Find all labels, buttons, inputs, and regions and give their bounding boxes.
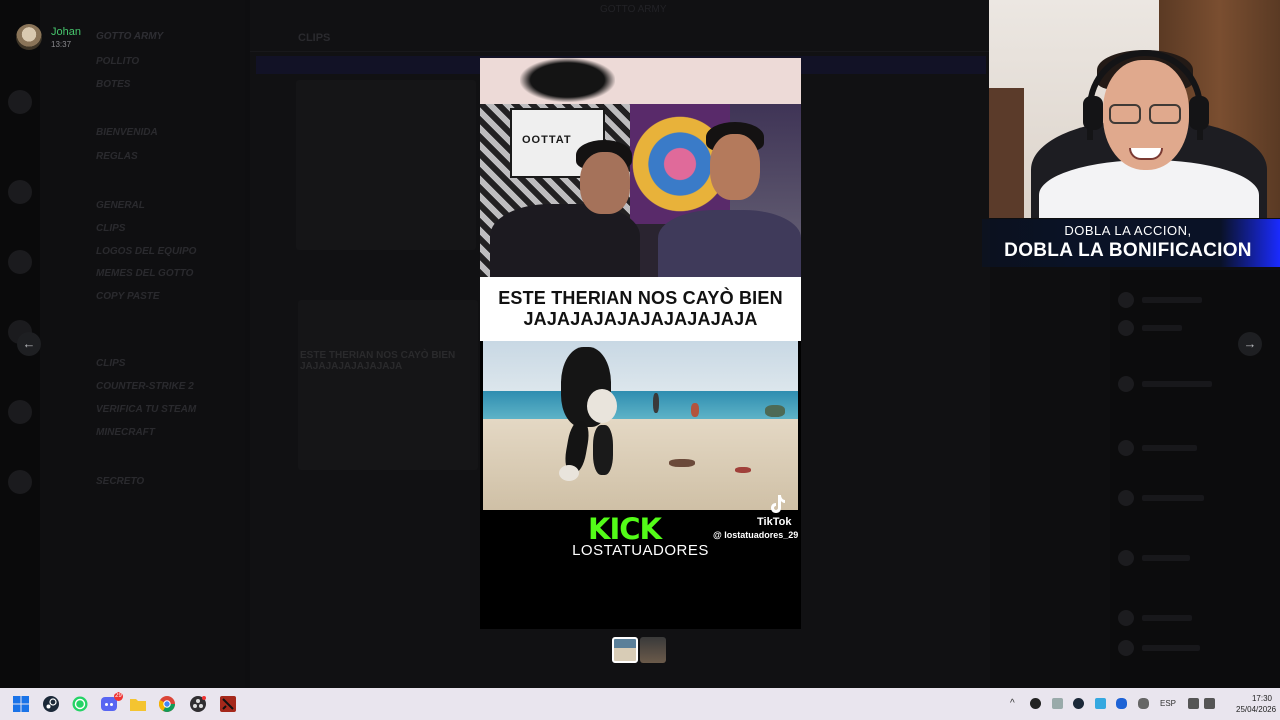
avatar bbox=[1118, 610, 1134, 626]
clock[interactable]: 17:30 25/04/2026 bbox=[1236, 693, 1277, 715]
tiktok-icon bbox=[771, 495, 785, 513]
clock-date: 25/04/2026 bbox=[1236, 705, 1277, 714]
avatar bbox=[1118, 376, 1134, 392]
steam-icon[interactable] bbox=[43, 696, 59, 712]
arrow-left-icon: ← bbox=[22, 336, 36, 351]
file-explorer-icon[interactable] bbox=[130, 696, 146, 712]
uploader-name[interactable]: Johan bbox=[51, 26, 81, 38]
channel-item[interactable]: CLIPS bbox=[96, 223, 125, 237]
member-item[interactable] bbox=[1118, 610, 1268, 626]
tray-app-icon[interactable] bbox=[1095, 698, 1106, 709]
next-media-button[interactable]: → bbox=[1238, 332, 1262, 356]
server-icon[interactable] bbox=[8, 250, 32, 274]
chrome-icon[interactable] bbox=[159, 696, 175, 712]
upload-time: 13:37 bbox=[51, 40, 72, 49]
chat-video-caption: ESTE THERIAN NOS CAYÒ BIEN JAJAJAJAJAJAJ… bbox=[300, 350, 456, 372]
network-icon[interactable] bbox=[1188, 698, 1199, 709]
server-icon[interactable] bbox=[8, 90, 32, 114]
server-icon[interactable] bbox=[8, 470, 32, 494]
media-thumbnail[interactable] bbox=[640, 637, 666, 663]
windows-taskbar: 29 ^ ESP 17:30 25/04/2026 bbox=[0, 688, 1280, 720]
tray-app-icon[interactable] bbox=[1052, 698, 1063, 709]
beachgoer bbox=[691, 403, 699, 417]
beach-object bbox=[735, 467, 751, 473]
chat-header bbox=[250, 24, 990, 52]
avatar bbox=[1118, 640, 1134, 656]
clock-time: 17:30 bbox=[1251, 694, 1272, 703]
avatar[interactable] bbox=[16, 24, 42, 50]
discord-notification-badge: 29 bbox=[114, 692, 123, 701]
member-item[interactable] bbox=[1118, 292, 1268, 308]
kick-channel-name: LOSTATUADORES bbox=[572, 542, 709, 559]
channel-item[interactable]: MINECRAFT bbox=[96, 427, 155, 441]
arrow-right-icon: → bbox=[1243, 336, 1257, 351]
blurred-overlay bbox=[520, 58, 615, 102]
channel-item[interactable]: COPY PASTE bbox=[96, 291, 160, 305]
server-icon[interactable] bbox=[8, 400, 32, 424]
volume-icon[interactable] bbox=[1204, 698, 1215, 709]
chevron-up-icon[interactable]: ^ bbox=[1010, 698, 1021, 709]
video-caption: ESTE THERIAN NOS CAYÒ BIEN JAJAJAJAJAJAJ… bbox=[480, 277, 801, 341]
member-item[interactable] bbox=[1118, 440, 1268, 456]
avatar bbox=[1118, 320, 1134, 336]
chat-video-thumbnail[interactable] bbox=[296, 80, 476, 250]
channel-item[interactable]: REGLAS bbox=[96, 151, 138, 165]
discord-window: GOTTO ARMY POLLITO BOTES BIENVENIDA REGL… bbox=[0, 0, 1280, 688]
video-top-band bbox=[480, 58, 801, 104]
caption-line-1: ESTE THERIAN NOS CAYÒ BIEN bbox=[498, 288, 783, 308]
input-language[interactable]: ESP bbox=[1160, 699, 1176, 708]
channel-list-panel bbox=[40, 0, 245, 688]
webcam-overlay bbox=[989, 0, 1280, 218]
caption-line-2: JAJAJAJAJAJAJAJAJAJA bbox=[523, 309, 758, 329]
video-scene-beach bbox=[483, 341, 798, 510]
avatar bbox=[1118, 292, 1134, 308]
promo-line-1: DOBLA LA ACCION, bbox=[1064, 223, 1192, 238]
obs-icon[interactable] bbox=[190, 696, 206, 712]
beachgoer bbox=[669, 459, 695, 467]
channel-item[interactable]: BOTES bbox=[96, 79, 130, 93]
windows-start-icon[interactable] bbox=[13, 696, 29, 712]
promo-line-2: DOBLA LA BONIFICACION bbox=[1004, 240, 1252, 261]
channel-item[interactable]: POLLITO bbox=[96, 56, 139, 70]
member-item[interactable] bbox=[1118, 640, 1268, 656]
channel-item[interactable]: COUNTER-STRIKE 2 bbox=[96, 381, 194, 395]
channel-item[interactable]: GENERAL bbox=[96, 200, 145, 214]
channel-item[interactable]: VERIFICA TU STEAM bbox=[96, 404, 196, 418]
whatsapp-icon[interactable] bbox=[72, 696, 88, 712]
video-player[interactable]: OOTTAT ESTE THERIAN NOS CAYÒ BIEN JAJAJA… bbox=[480, 58, 801, 629]
beach-chair bbox=[765, 405, 785, 417]
server-name[interactable]: GOTTO ARMY bbox=[96, 31, 163, 42]
chat-video-thumbnail[interactable] bbox=[298, 300, 478, 470]
server-icon[interactable] bbox=[8, 180, 32, 204]
avatar bbox=[1118, 440, 1134, 456]
microphone-icon[interactable] bbox=[1138, 698, 1149, 709]
glasses bbox=[1109, 104, 1183, 124]
avatar bbox=[1118, 490, 1134, 506]
video-scene-studio: OOTTAT bbox=[480, 104, 801, 277]
member-item[interactable] bbox=[1118, 376, 1268, 392]
tiktok-label: TikTok bbox=[757, 516, 792, 528]
member-item[interactable] bbox=[1118, 550, 1268, 566]
chat-channel-title: CLIPS bbox=[298, 32, 331, 44]
channel-item[interactable]: LOGOS DEL EQUIPO bbox=[96, 246, 196, 260]
window-title: GOTTO ARMY bbox=[600, 4, 667, 15]
tray-app-icon[interactable] bbox=[1030, 698, 1041, 709]
channel-item[interactable]: BIENVENIDA bbox=[96, 127, 158, 141]
avatar bbox=[1118, 550, 1134, 566]
member-item[interactable] bbox=[1118, 490, 1268, 506]
tiktok-handle: @ lostatuadores_29 bbox=[713, 530, 799, 540]
channel-item[interactable]: SECRETO bbox=[96, 476, 144, 490]
steam-tray-icon[interactable] bbox=[1073, 698, 1084, 709]
channel-item[interactable]: CLIPS bbox=[96, 358, 125, 372]
previous-media-button[interactable]: ← bbox=[17, 332, 41, 356]
beachgoer bbox=[653, 393, 659, 413]
media-thumbnail-selected[interactable] bbox=[612, 637, 638, 663]
channel-item[interactable]: MEMES DEL GOTTO bbox=[96, 268, 193, 282]
dota2-icon[interactable] bbox=[220, 696, 236, 712]
bluetooth-icon[interactable] bbox=[1116, 698, 1127, 709]
studio-sign-text: OOTTAT bbox=[522, 134, 572, 146]
kick-logo: KICK bbox=[588, 512, 662, 546]
